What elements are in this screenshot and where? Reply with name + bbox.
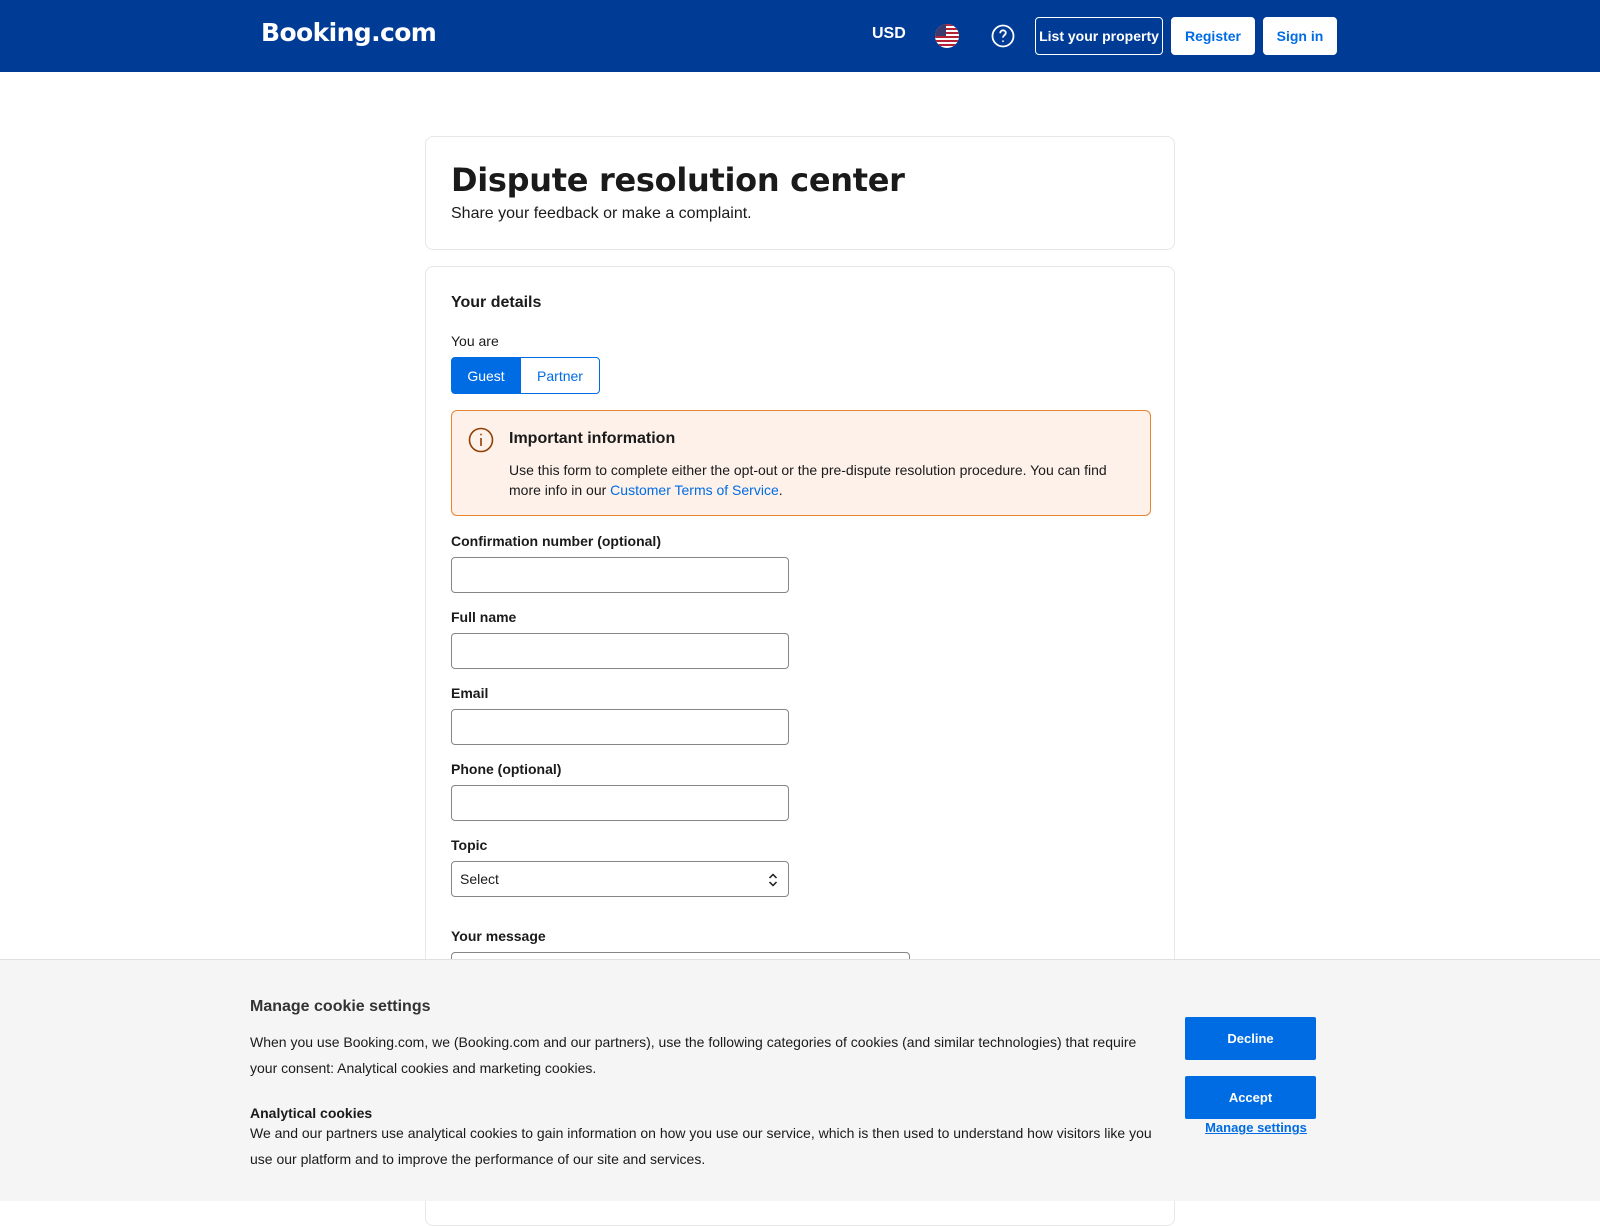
topic-select[interactable]: Select [451, 861, 789, 897]
chevron-up-down-icon [766, 872, 780, 888]
info-text-end: . [778, 482, 783, 498]
guest-toggle[interactable]: Guest [451, 357, 521, 394]
phone-input[interactable] [451, 785, 789, 821]
booking-logo[interactable]: Booking.com [261, 18, 437, 47]
page-title: Dispute resolution center [451, 161, 905, 199]
email-input[interactable] [451, 709, 789, 745]
register-button[interactable]: Register [1171, 17, 1255, 55]
info-text: Use this form to complete either the opt… [509, 460, 1129, 500]
terms-of-service-link[interactable]: Customer Terms of Service [610, 482, 779, 498]
email-label: Email [451, 685, 489, 701]
currency-selector[interactable]: USD [872, 25, 906, 43]
accept-cookies-button[interactable]: Accept [1185, 1076, 1316, 1119]
cookie-banner: Manage cookie settings When you use Book… [0, 959, 1600, 1201]
analytical-cookies-title: Analytical cookies [250, 1105, 373, 1121]
info-text-body: Use this form to complete either the opt… [509, 462, 1107, 498]
title-card: Dispute resolution center Share your fee… [425, 136, 1175, 250]
confirmation-number-label: Confirmation number (optional) [451, 533, 661, 549]
full-name-input[interactable] [451, 633, 789, 669]
manage-settings-link[interactable]: Manage settings [1185, 1120, 1327, 1135]
info-icon [468, 427, 494, 453]
sign-in-button[interactable]: Sign in [1263, 17, 1337, 55]
help-circle-icon[interactable] [991, 24, 1015, 48]
info-title: Important information [509, 430, 676, 447]
cookie-text: When you use Booking.com, we (Booking.co… [250, 1034, 1137, 1076]
partner-toggle[interactable]: Partner [520, 357, 600, 394]
topic-select-value: Select [460, 871, 499, 887]
you-are-label: You are [451, 333, 499, 349]
page-subtitle: Share your feedback or make a complaint. [451, 205, 752, 222]
full-name-label: Full name [451, 609, 517, 625]
us-flag-icon[interactable] [935, 24, 959, 48]
analytical-cookies-text: We and our partners use analytical cooki… [250, 1125, 1152, 1167]
cookie-title: Manage cookie settings [250, 998, 431, 1015]
top-header: Booking.com USD List your property Regis… [0, 0, 1600, 72]
decline-cookies-button[interactable]: Decline [1185, 1017, 1316, 1060]
message-label: Your message [451, 928, 546, 944]
confirmation-number-input[interactable] [451, 557, 789, 593]
important-info-box: Important information Use this form to c… [451, 410, 1151, 516]
phone-label: Phone (optional) [451, 761, 562, 777]
section-title: Your details [451, 294, 542, 311]
topic-label: Topic [451, 837, 488, 853]
list-property-button[interactable]: List your property [1035, 17, 1163, 55]
